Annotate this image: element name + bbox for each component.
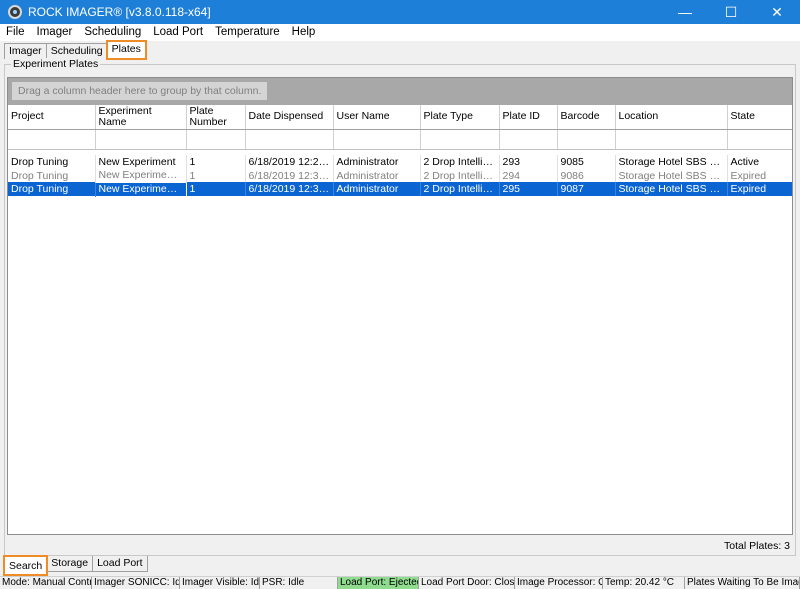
- cell-date-dispensed: 6/18/2019 12:28:5...: [245, 155, 334, 169]
- cell-user-name: Administrator: [333, 182, 421, 197]
- filter-cell-plate-number[interactable]: [186, 129, 246, 150]
- cell-project: Drop Tuning: [8, 155, 96, 169]
- menu-file[interactable]: File: [0, 24, 31, 41]
- menu-help[interactable]: Help: [286, 24, 322, 41]
- column-header-plate-type[interactable]: Plate Type: [420, 105, 500, 130]
- status-mode: Mode: Manual Control: [2, 577, 92, 589]
- maximize-button[interactable]: ☐: [708, 0, 754, 24]
- menu-temperature[interactable]: Temperature: [209, 24, 286, 41]
- app-icon: [8, 5, 22, 19]
- status-image-processor: Image Processor: On: [517, 577, 603, 589]
- cell-user-name: Administrator: [333, 168, 421, 183]
- filter-cell-experiment-name[interactable]: [95, 129, 187, 150]
- cell-barcode: 9086: [557, 168, 616, 183]
- filter-cell-location[interactable]: [615, 129, 728, 150]
- column-header-project[interactable]: Project: [8, 105, 96, 130]
- column-header-user-name[interactable]: User Name: [333, 105, 421, 130]
- cell-project: Drop Tuning: [8, 168, 96, 183]
- cell-user-name: Administrator: [333, 155, 421, 169]
- column-header-location[interactable]: Location: [615, 105, 728, 130]
- main-tabs: Imager Scheduling Plates: [0, 40, 800, 60]
- cell-location: Storage Hotel SBS 2, Sl...: [615, 155, 728, 169]
- status-bar: Mode: Manual Control Imager SONICC: Idle…: [0, 576, 800, 589]
- cell-location: Storage Hotel SBS 2, Sl...: [615, 182, 728, 197]
- status-load-port: Load Port: Ejected: [338, 577, 419, 589]
- header-row: Project Experiment Name Plate Number Dat…: [8, 105, 792, 130]
- menu-imager[interactable]: Imager: [31, 24, 79, 41]
- cell-state: Expired: [727, 182, 792, 197]
- plates-grid: Drag a column header here to group by th…: [7, 77, 793, 535]
- tab-storage[interactable]: Storage: [46, 556, 94, 572]
- cell-plate-number: 1: [186, 182, 246, 197]
- filter-cell-project[interactable]: [8, 129, 96, 150]
- status-psr: PSR: Idle: [260, 577, 338, 589]
- window-title: ROCK IMAGER® [v3.8.0.118-x64]: [28, 5, 211, 19]
- group-title: Experiment Plates: [11, 58, 101, 70]
- tab-plates[interactable]: Plates: [105, 40, 147, 60]
- minimize-button[interactable]: —: [662, 0, 708, 24]
- table-row[interactable]: Drop Tuning New Experiment 1 6/18/2019 1…: [8, 155, 792, 169]
- cell-plate-id: 294: [499, 168, 558, 183]
- status-plates-waiting: Plates Waiting To Be Imaged: [687, 577, 800, 589]
- cell-plate-id: 293: [499, 155, 558, 169]
- cell-barcode: 9085: [557, 155, 616, 169]
- filter-cell-plate-id[interactable]: [499, 129, 558, 150]
- cell-plate-type: 2 Drop Intelliplat...: [420, 155, 500, 169]
- cell-plate-id: 295: [499, 182, 558, 197]
- cell-experiment-name: New Experiment 2: [94, 181, 187, 197]
- cell-date-dispensed: 6/18/2019 12:34:4...: [245, 182, 334, 197]
- cell-barcode: 9087: [557, 182, 616, 197]
- menu-scheduling[interactable]: Scheduling: [78, 24, 147, 41]
- table-row-selected[interactable]: Drop Tuning New Experiment 2 1 6/18/2019…: [8, 181, 792, 197]
- tab-imager[interactable]: Imager: [4, 43, 47, 59]
- tab-scheduling[interactable]: Scheduling: [45, 43, 108, 59]
- cell-experiment-name: New Experiment 1: [95, 168, 187, 183]
- cell-state: Expired: [727, 168, 792, 183]
- cell-location: Storage Hotel SBS 2, Sl...: [615, 168, 728, 183]
- close-button[interactable]: ✕: [754, 0, 800, 24]
- title-bar: ROCK IMAGER® [v3.8.0.118-x64] — ☐ ✕: [0, 0, 800, 24]
- status-temperature: Temp: 20.42 °C: [603, 577, 685, 589]
- filter-cell-plate-type[interactable]: [420, 129, 500, 150]
- table-row[interactable]: Drop Tuning New Experiment 1 1 6/18/2019…: [8, 168, 792, 183]
- bottom-tabs: Search Storage Load Port: [0, 555, 800, 576]
- column-header-barcode[interactable]: Barcode: [557, 105, 616, 130]
- status-load-port-door: Load Port Door: Closed: [421, 577, 515, 589]
- cell-state: Active: [727, 155, 792, 169]
- group-by-hint: Drag a column header here to group by th…: [12, 82, 268, 100]
- cell-plate-number: 1: [186, 155, 246, 169]
- column-header-date-dispensed[interactable]: Date Dispensed: [245, 105, 334, 130]
- filter-row: [8, 129, 792, 150]
- cell-plate-type: 2 Drop Intelliplat...: [420, 182, 500, 197]
- plates-table: Project Experiment Name Plate Number Dat…: [8, 105, 792, 197]
- status-imager-visible: Imager Visible: Idle: [182, 577, 260, 589]
- filter-cell-state[interactable]: [727, 129, 792, 150]
- column-header-experiment-name[interactable]: Experiment Name: [95, 105, 187, 130]
- filter-cell-date-dispensed[interactable]: [245, 129, 334, 150]
- cell-plate-number: 1: [186, 168, 246, 183]
- status-imager-sonicc: Imager SONICC: Idle: [94, 577, 180, 589]
- cell-plate-type: 2 Drop Intelliplat...: [420, 168, 500, 183]
- tab-load-port[interactable]: Load Port: [92, 556, 148, 572]
- column-header-state[interactable]: State: [727, 105, 792, 130]
- column-header-plate-number[interactable]: Plate Number: [186, 105, 246, 130]
- tab-search[interactable]: Search: [2, 555, 49, 576]
- menu-bar: File Imager Scheduling Load Port Tempera…: [0, 24, 800, 41]
- menu-load-port[interactable]: Load Port: [147, 24, 209, 41]
- cell-project: Drop Tuning: [8, 182, 96, 197]
- filter-cell-barcode[interactable]: [557, 129, 616, 150]
- filter-cell-user-name[interactable]: [333, 129, 421, 150]
- cell-date-dispensed: 6/18/2019 12:31:1...: [245, 168, 334, 183]
- total-plates-label: Total Plates: 3: [724, 540, 790, 552]
- cell-experiment-name: New Experiment: [95, 155, 187, 169]
- column-header-plate-id[interactable]: Plate ID: [499, 105, 558, 130]
- group-by-panel[interactable]: Drag a column header here to group by th…: [8, 78, 792, 105]
